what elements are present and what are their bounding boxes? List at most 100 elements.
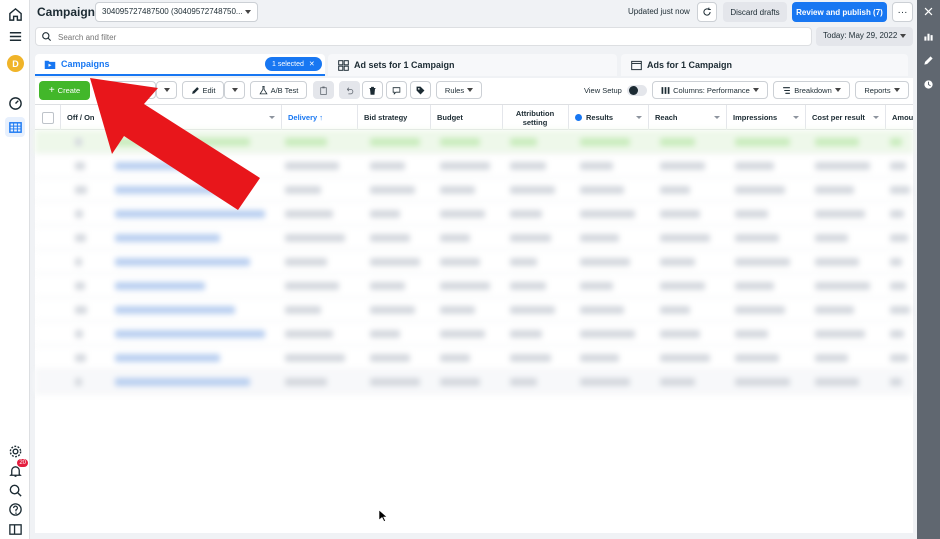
account-selector[interactable]: 304095727487500 (30409572748750... — [95, 2, 258, 22]
table-cell-obscured — [115, 354, 220, 362]
select-all-checkbox[interactable] — [41, 111, 54, 124]
column-header-attribution-setting[interactable]: Attribution setting — [503, 105, 569, 130]
delete-button[interactable] — [362, 81, 383, 99]
refresh-button[interactable] — [697, 2, 717, 22]
column-header-impressions[interactable]: Impressions — [727, 105, 806, 130]
rules-dropdown[interactable]: Rules — [436, 81, 482, 99]
table-row[interactable] — [35, 178, 913, 202]
tag-button[interactable] — [410, 81, 431, 99]
table-cell-obscured — [815, 378, 859, 386]
table-cell-obscured — [890, 186, 910, 194]
table-cell-obscured — [580, 210, 635, 218]
search-filter-bar[interactable] — [35, 27, 812, 46]
table-row[interactable] — [35, 274, 913, 298]
column-header-reach[interactable]: Reach — [649, 105, 727, 130]
table-cell-obscured — [440, 162, 490, 170]
table-cell-obscured — [815, 210, 865, 218]
column-header-amount-spent[interactable]: Amou — [886, 105, 913, 130]
menu-icon[interactable] — [5, 26, 25, 46]
breakdown-dropdown[interactable]: Breakdown — [773, 81, 850, 99]
reports-dropdown[interactable]: Reports — [855, 81, 909, 99]
table-cell-obscured — [370, 138, 420, 146]
edit-dropdown-button[interactable] — [224, 81, 245, 99]
table-cell-obscured — [370, 306, 415, 314]
table-row[interactable] — [35, 298, 913, 322]
table-row[interactable] — [35, 202, 913, 226]
clipboard-button[interactable] — [313, 81, 334, 99]
create-button[interactable]: + Create — [39, 81, 90, 100]
discard-drafts-button[interactable]: Discard drafts — [723, 2, 787, 22]
date-range-picker[interactable]: Today: May 29, 2022 — [816, 27, 913, 46]
table-row[interactable] — [35, 250, 913, 274]
ads-manager-table-icon[interactable] — [5, 117, 25, 137]
table-cell-obscured — [580, 138, 630, 146]
pencil-icon — [191, 86, 199, 94]
charts-icon[interactable] — [920, 28, 937, 45]
table-row[interactable] — [35, 130, 913, 154]
table-row[interactable] — [35, 154, 913, 178]
search-input[interactable] — [58, 30, 758, 44]
table-cell-obscured — [370, 378, 420, 386]
table-cell-obscured — [510, 186, 555, 194]
table-row[interactable] — [35, 226, 913, 250]
search-icon — [42, 32, 52, 42]
search-icon[interactable] — [5, 480, 25, 500]
close-icon[interactable] — [920, 3, 937, 20]
table-cell-obscured — [285, 258, 327, 266]
tab-ads[interactable]: Ads for 1 Campaign — [621, 54, 908, 76]
notifications-bell-icon[interactable]: 20 — [5, 459, 28, 481]
more-options-button[interactable]: ··· — [892, 2, 913, 22]
ad-window-icon — [630, 59, 642, 71]
columns-icon — [661, 86, 670, 94]
history-clock-icon[interactable] — [920, 76, 937, 93]
reports-label: Reports — [864, 85, 891, 95]
table-cell-obscured — [660, 354, 710, 362]
table-cell-obscured — [890, 354, 908, 362]
column-header-label: Off / On — [67, 113, 95, 122]
select-all-cell — [35, 105, 61, 130]
table-cell-obscured — [735, 138, 790, 146]
ab-test-button[interactable]: A/B Test — [250, 81, 307, 99]
settings-gear-icon[interactable] — [5, 441, 25, 461]
table-cell-obscured — [815, 354, 848, 362]
column-header-cost-per-result[interactable]: Cost per result — [806, 105, 886, 130]
table-row[interactable] — [35, 346, 913, 370]
table-cell-obscured — [815, 138, 859, 146]
column-header-label: Delivery ↑ — [288, 113, 324, 122]
column-header-results[interactable]: Results — [569, 105, 649, 130]
preview-button[interactable] — [386, 81, 407, 99]
ab-test-label: A/B Test — [270, 85, 299, 95]
edit-button[interactable]: Edit — [182, 81, 224, 99]
columns-dropdown[interactable]: Columns: Performance — [652, 81, 768, 99]
help-icon[interactable] — [5, 499, 25, 519]
table-cell-obscured — [370, 282, 405, 290]
column-header-delivery[interactable]: Delivery ↑ — [282, 105, 358, 130]
table-cell-obscured — [370, 258, 420, 266]
table-cell-obscured — [115, 162, 205, 170]
pencil-icon[interactable] — [920, 52, 937, 69]
view-setup-toggle[interactable] — [627, 85, 647, 96]
table-total-row[interactable] — [35, 370, 913, 394]
review-and-publish-button[interactable]: Review and publish (7) — [792, 2, 887, 22]
table-cell-obscured — [440, 258, 480, 266]
undo-button[interactable] — [339, 81, 360, 99]
selected-count-chip[interactable]: 1 selected ✕ — [265, 57, 322, 71]
close-icon[interactable]: ✕ — [309, 60, 315, 68]
table-cell-obscured — [440, 282, 490, 290]
column-header-bid-strategy[interactable]: Bid strategy — [358, 105, 431, 130]
column-header-budget[interactable]: Budget — [431, 105, 503, 130]
sidebar-toggle-icon[interactable] — [5, 519, 25, 539]
table-cell-obscured — [510, 378, 537, 386]
table-cell-obscured — [75, 330, 84, 338]
edit-label: Edit — [202, 85, 216, 95]
table-row[interactable] — [35, 322, 913, 346]
flask-icon — [259, 85, 268, 94]
dashboard-gauge-icon[interactable] — [5, 93, 25, 113]
tab-ad-sets[interactable]: Ad sets for 1 Campaign — [328, 54, 617, 76]
avatar[interactable]: D — [7, 55, 24, 72]
column-header-off-on[interactable]: Off / On — [61, 105, 282, 130]
home-icon[interactable] — [5, 4, 25, 24]
duplicate-dropdown-button[interactable] — [156, 81, 177, 99]
column-header-label: Attribution setting — [515, 108, 555, 127]
duplicate-button[interactable]: Duplicate — [95, 81, 156, 99]
